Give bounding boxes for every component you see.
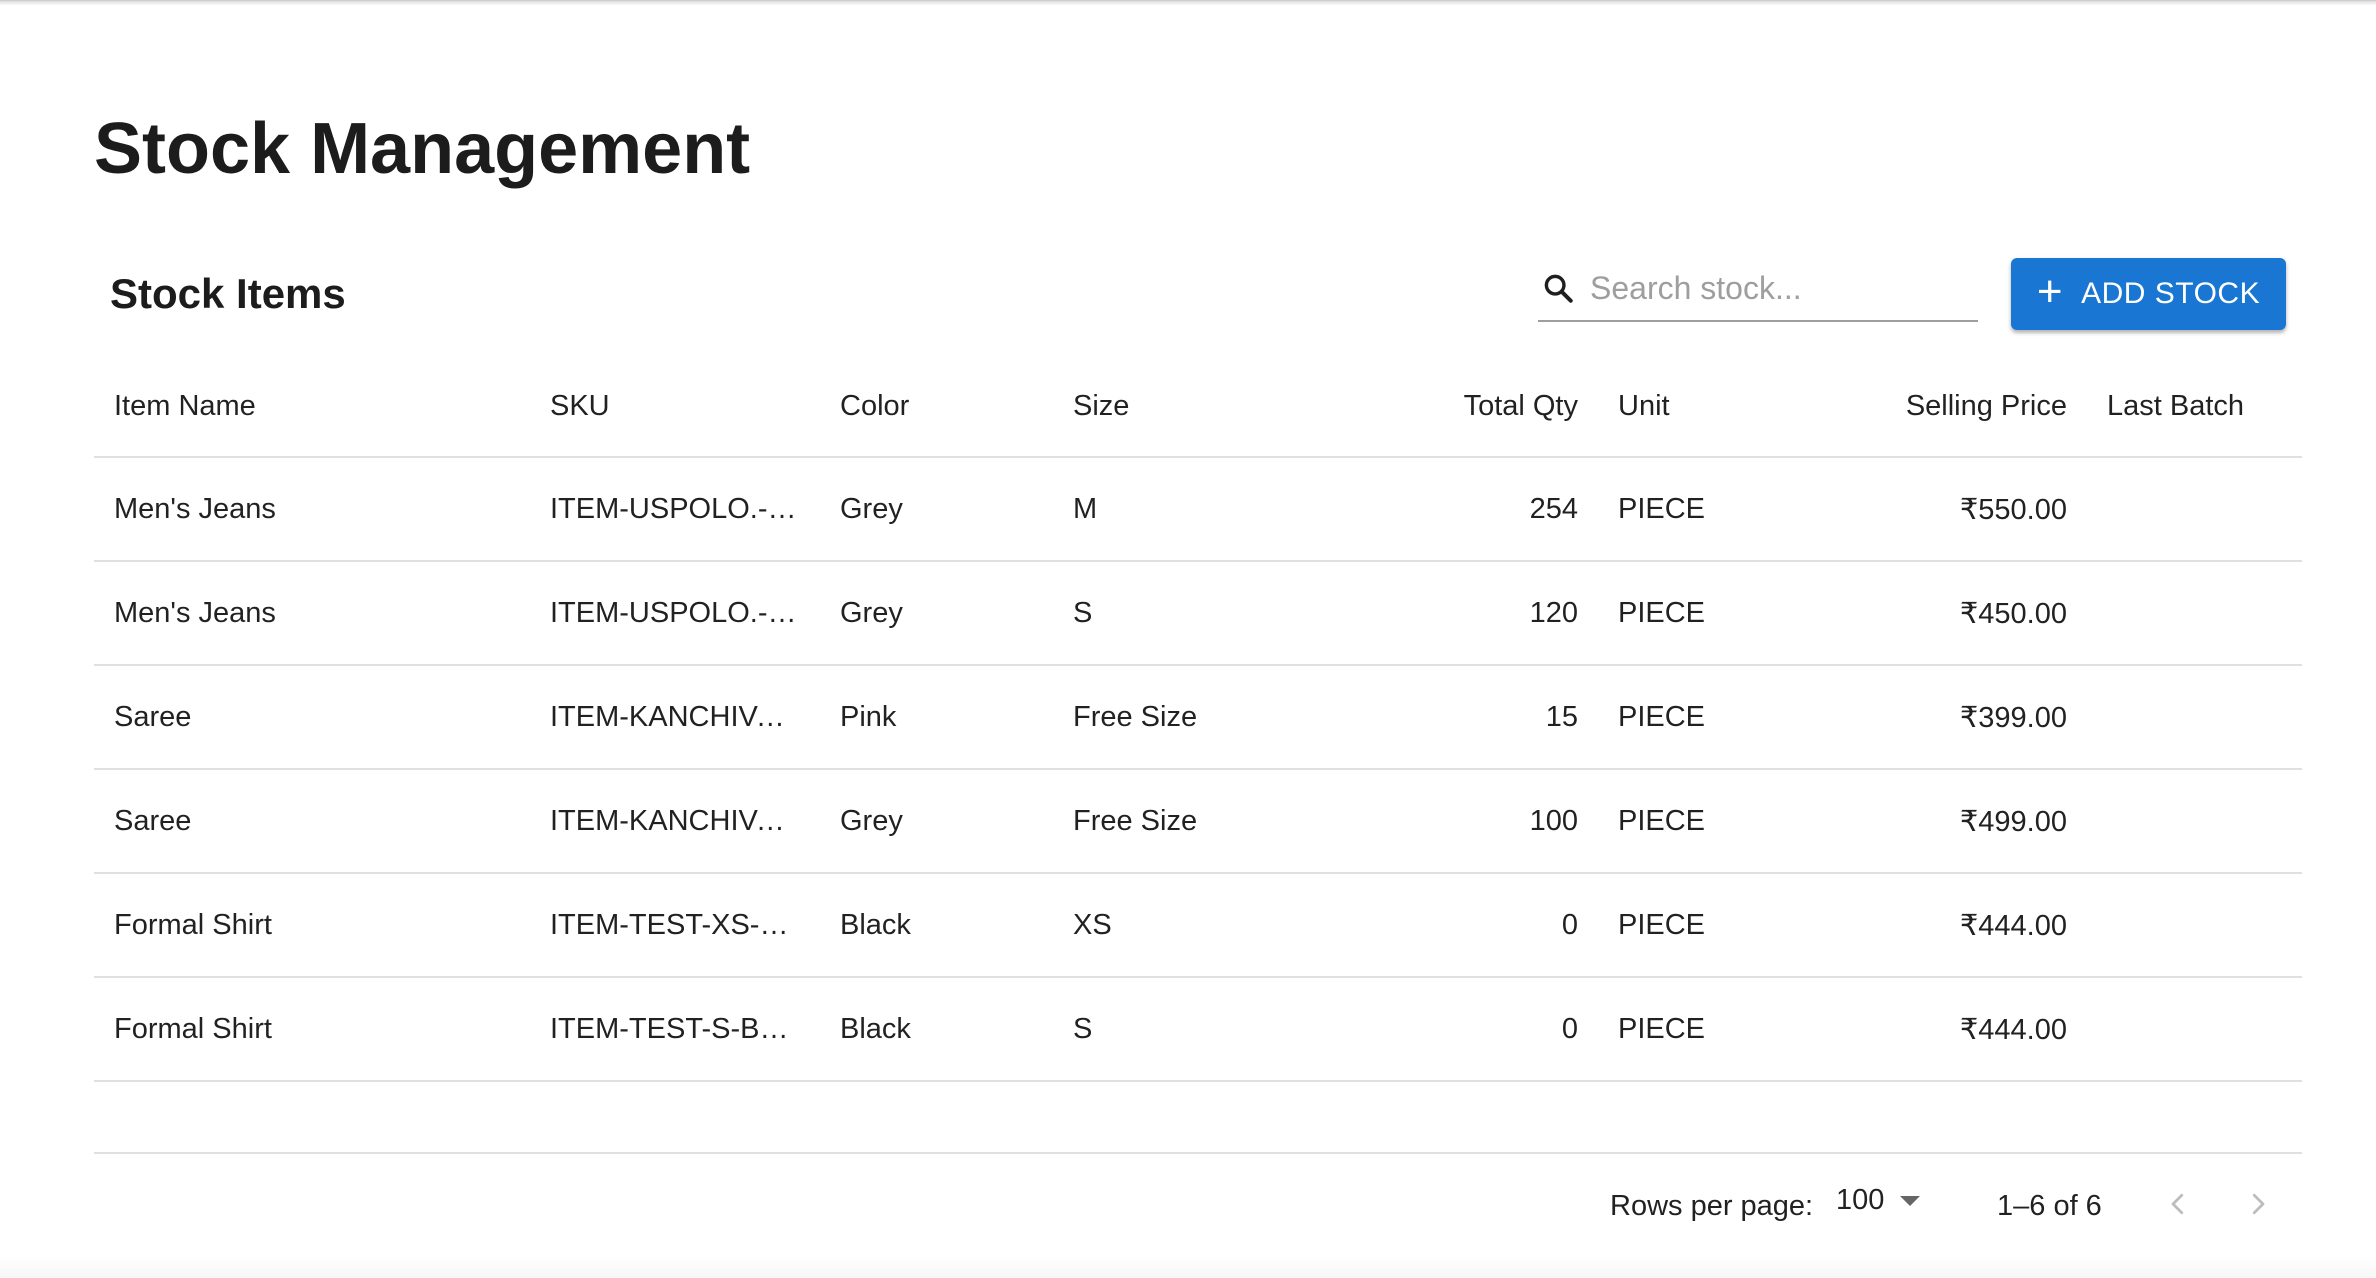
column-header-size[interactable]: Size	[1053, 356, 1282, 458]
cell-unit: PIECE	[1598, 769, 1778, 874]
cell-item-name: Formal Shirt	[94, 873, 530, 978]
cell-total-qty: 15	[1282, 665, 1598, 770]
cell-selling-price: ₹450.00	[1778, 561, 2087, 666]
table-row[interactable]: Formal Shirt ITEM-TEST-S-BL… Black S 0 P…	[94, 977, 2302, 1082]
add-stock-button-label: ADD STOCK	[2081, 277, 2261, 310]
cell-unit: PIECE	[1598, 665, 1778, 770]
page-container: Stock Management Stock Items + ADD STOCK	[94, 0, 2302, 1278]
column-header-selling-price[interactable]: Selling Price	[1778, 356, 2087, 458]
cell-last-batch	[2087, 665, 2302, 770]
column-header-last-batch[interactable]: Last Batch	[2087, 356, 2302, 458]
cell-size: Free Size	[1053, 665, 1282, 770]
table-row[interactable]: Saree ITEM-KANCHIVA… Grey Free Size 100 …	[94, 769, 2302, 874]
cell-unit: PIECE	[1598, 873, 1778, 978]
cell-sku: ITEM-KANCHIVA…	[530, 665, 820, 770]
rows-per-page-label: Rows per page:	[1610, 1190, 1814, 1222]
cell-selling-price: ₹550.00	[1778, 457, 2087, 562]
cell-color: Black	[820, 873, 1053, 978]
table-pagination: Rows per page: 100 1–6 of 6	[94, 1152, 2302, 1258]
caret-down-icon	[1900, 1195, 1921, 1206]
cell-item-name: Saree	[94, 769, 530, 874]
cell-item-name: Men's Jeans	[94, 457, 530, 562]
cell-size: S	[1053, 977, 1282, 1082]
pagination-range: 1–6 of 6	[1997, 1190, 2102, 1222]
cell-item-name: Men's Jeans	[94, 561, 530, 666]
cell-selling-price: ₹499.00	[1778, 769, 2087, 874]
cell-last-batch	[2087, 769, 2302, 874]
cell-total-qty: 254	[1282, 457, 1598, 562]
search-input[interactable]	[1588, 268, 1972, 308]
cell-unit: PIECE	[1598, 561, 1778, 666]
cell-last-batch	[2087, 457, 2302, 562]
add-stock-button[interactable]: + ADD STOCK	[2011, 258, 2286, 330]
cell-sku: ITEM-TEST-S-BL…	[530, 977, 820, 1082]
cell-color: Black	[820, 977, 1053, 1082]
cell-size: S	[1053, 561, 1282, 666]
column-header-unit[interactable]: Unit	[1598, 356, 1778, 458]
cell-total-qty: 120	[1282, 561, 1598, 666]
cell-item-name: Formal Shirt	[94, 977, 530, 1082]
table-row[interactable]: Men's Jeans ITEM-USPOLO.-… Grey S 120 PI…	[94, 561, 2302, 666]
search-icon	[1538, 268, 1578, 308]
cell-selling-price: ₹399.00	[1778, 665, 2087, 770]
section-title: Stock Items	[110, 270, 346, 317]
cell-sku: ITEM-KANCHIVA…	[530, 769, 820, 874]
cell-item-name: Saree	[94, 665, 530, 770]
cell-color: Pink	[820, 665, 1053, 770]
chevron-left-icon	[2163, 1189, 2193, 1224]
previous-page-button[interactable]	[2154, 1182, 2202, 1230]
rows-per-page-value: 100	[1836, 1184, 1885, 1216]
cell-size: Free Size	[1053, 769, 1282, 874]
column-header-sku[interactable]: SKU	[530, 356, 820, 458]
cell-color: Grey	[820, 457, 1053, 562]
cell-last-batch	[2087, 977, 2302, 1082]
cell-total-qty: 0	[1282, 977, 1598, 1082]
table-row[interactable]: Formal Shirt ITEM-TEST-XS-B… Black XS 0 …	[94, 873, 2302, 978]
plus-icon: +	[2036, 267, 2064, 316]
search-field[interactable]	[1538, 256, 1978, 322]
cell-total-qty: 0	[1282, 873, 1598, 978]
table-header-row: Item Name SKU Color Size Total Qty Unit …	[94, 356, 2302, 458]
cell-size: M	[1053, 457, 1282, 562]
cell-sku: ITEM-USPOLO.-…	[530, 457, 820, 562]
table-toolbar: Stock Items + ADD STOCK	[94, 256, 2302, 332]
cell-last-batch	[2087, 561, 2302, 666]
cell-sku: ITEM-TEST-XS-B…	[530, 873, 820, 978]
cell-total-qty: 100	[1282, 769, 1598, 874]
chevron-right-icon	[2243, 1189, 2273, 1224]
cell-unit: PIECE	[1598, 977, 1778, 1082]
cell-selling-price: ₹444.00	[1778, 873, 2087, 978]
cell-unit: PIECE	[1598, 457, 1778, 562]
cell-color: Grey	[820, 561, 1053, 666]
rows-per-page-select[interactable]: 100	[1836, 1184, 1921, 1217]
bottom-shade	[0, 1256, 2376, 1278]
cell-selling-price: ₹444.00	[1778, 977, 2087, 1082]
cell-color: Grey	[820, 769, 1053, 874]
cell-last-batch	[2087, 873, 2302, 978]
column-header-item-name[interactable]: Item Name	[94, 356, 530, 458]
table-row[interactable]: Saree ITEM-KANCHIVA… Pink Free Size 15 P…	[94, 665, 2302, 770]
cell-size: XS	[1053, 873, 1282, 978]
column-header-color[interactable]: Color	[820, 356, 1053, 458]
table-row[interactable]: Men's Jeans ITEM-USPOLO.-… Grey M 254 PI…	[94, 457, 2302, 562]
cell-sku: ITEM-USPOLO.-…	[530, 561, 820, 666]
stock-table: Item Name SKU Color Size Total Qty Unit …	[94, 356, 2302, 1082]
column-header-total-qty[interactable]: Total Qty	[1282, 356, 1598, 458]
next-page-button[interactable]	[2234, 1182, 2282, 1230]
page-title: Stock Management	[94, 109, 751, 189]
